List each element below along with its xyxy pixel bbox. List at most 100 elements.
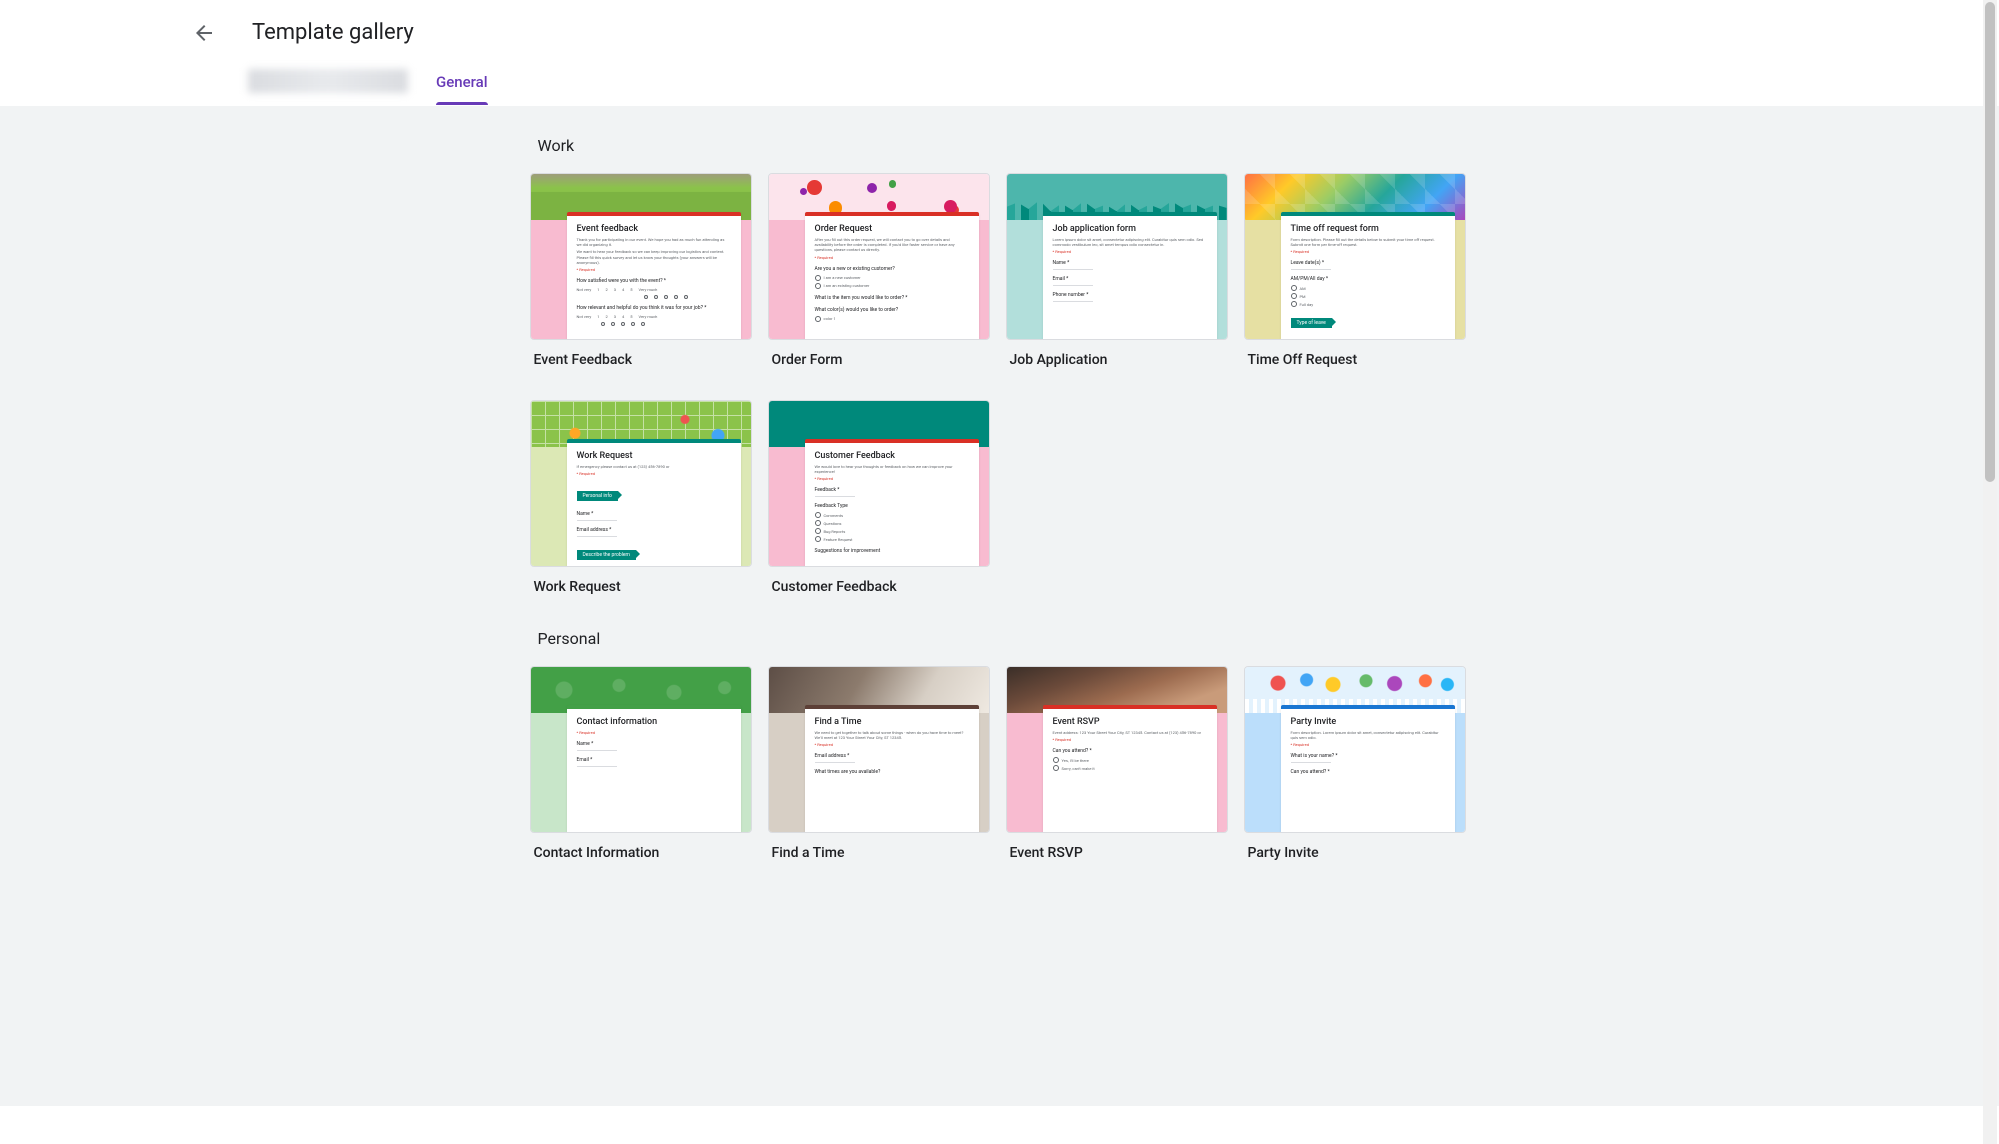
form-field-label: Email address * <box>815 753 969 759</box>
back-arrow-icon[interactable] <box>192 21 216 45</box>
required-label: * Required <box>577 730 731 735</box>
form-question: How satisfied were you with the event? * <box>577 278 731 284</box>
form-option: Comments <box>815 512 969 518</box>
section-work: Work Event feedback Thank you for particip… <box>530 130 1470 595</box>
thumbnail-form-preview: Work RequestIf emergency please contact … <box>567 439 741 566</box>
template-label: Party Invite <box>1244 833 1466 861</box>
form-question: What is the item you would like to order… <box>815 295 969 301</box>
required-label: * Required <box>815 255 969 260</box>
tab-organization[interactable] <box>248 69 408 93</box>
form-question: Feedback Type <box>815 503 969 509</box>
thumbnail-form-preview: Party Invite Form description. Lorem ipsu… <box>1281 705 1455 832</box>
form-description: We want to hear your feedback so we can … <box>577 249 731 265</box>
template-thumbnail[interactable]: Event feedback Thank you for participatin… <box>530 173 752 340</box>
section-tag: Type of leave <box>1291 318 1332 328</box>
form-description: Thank you for participating in our event… <box>577 237 731 247</box>
form-option: color 1 <box>815 316 969 322</box>
section-title: Work <box>530 130 1470 173</box>
form-question: AM/PM/All day * <box>1291 276 1445 282</box>
form-scale: Not very12345Very much <box>577 314 731 319</box>
template-label: Event RSVP <box>1006 833 1228 861</box>
form-option: Full day <box>1291 301 1445 307</box>
template-card[interactable]: Order RequestAfter you fill out this ord… <box>768 173 990 368</box>
template-thumbnail[interactable]: Event RSVPEvent address: 123 Your Street… <box>1006 666 1228 833</box>
form-description: We need to get together to talk about so… <box>815 730 969 740</box>
form-input-line <box>1053 285 1093 286</box>
thumbnail-form-preview: Customer FeedbackWe would love to hear y… <box>805 439 979 566</box>
form-option: Feature Request <box>815 536 969 542</box>
thumbnail-form-preview: Event RSVPEvent address: 123 Your Street… <box>1043 705 1217 832</box>
form-question: How relevant and helpful do you think it… <box>577 305 731 311</box>
section-personal: PersonalContact information* RequiredNam… <box>530 623 1470 861</box>
section-tag: Personal info <box>577 491 618 501</box>
required-label: * Required <box>1053 737 1207 742</box>
form-scale-dots <box>601 322 731 326</box>
form-question: Are you a new or existing customer? <box>815 266 969 272</box>
template-label: Find a Time <box>768 833 990 861</box>
form-title: Work Request <box>577 451 731 461</box>
template-grid: Event feedback Thank you for participatin… <box>530 173 1470 595</box>
template-thumbnail[interactable]: Job application formLorem ipsum dolor si… <box>1006 173 1228 340</box>
form-field-label: Name * <box>1053 260 1207 266</box>
thumbnail-form-preview: Job application formLorem ipsum dolor si… <box>1043 212 1217 339</box>
form-scale: Not very12345Very much <box>577 287 731 292</box>
required-label: * Required <box>815 476 969 481</box>
tab-general[interactable]: General <box>436 63 488 105</box>
form-field-label: Feedback * <box>815 487 969 493</box>
thumbnail-form-preview: Order RequestAfter you fill out this ord… <box>805 212 979 339</box>
template-thumbnail[interactable]: Contact information* RequiredName *Email… <box>530 666 752 833</box>
template-card[interactable]: Customer FeedbackWe would love to hear y… <box>768 400 990 595</box>
header: Template gallery <box>0 0 1999 63</box>
scrollbar-thumb[interactable] <box>1985 2 1995 482</box>
form-question: What color(s) would you like to order? <box>815 307 969 313</box>
template-thumbnail[interactable]: Work RequestIf emergency please contact … <box>530 400 752 567</box>
form-title: Party Invite <box>1291 717 1445 727</box>
template-card[interactable]: Contact information* RequiredName *Email… <box>530 666 752 861</box>
form-question: Can you attend? * <box>1053 748 1207 754</box>
form-description: Form description. Lorem ipsum dolor sit … <box>1291 730 1445 740</box>
template-grid: Contact information* RequiredName *Email… <box>530 666 1470 861</box>
section-title: Personal <box>530 623 1470 666</box>
template-card[interactable]: Job application formLorem ipsum dolor si… <box>1006 173 1228 368</box>
template-thumbnail[interactable]: Time off request formForm description. P… <box>1244 173 1466 340</box>
form-question: Can you attend? * <box>1291 769 1445 775</box>
form-title: Event feedback <box>577 224 731 234</box>
template-card[interactable]: Work RequestIf emergency please contact … <box>530 400 752 595</box>
form-title: Find a Time <box>815 717 969 727</box>
form-option: AM <box>1291 285 1445 291</box>
required-label: * Required <box>1291 742 1445 747</box>
template-card[interactable]: Time off request formForm description. P… <box>1244 173 1466 368</box>
template-label: Contact Information <box>530 833 752 861</box>
form-title: Job application form <box>1053 224 1207 234</box>
required-label: * Required <box>577 267 731 272</box>
template-thumbnail[interactable]: Find a Time We need to get together to ta… <box>768 666 990 833</box>
form-description: After you fill out this order request, w… <box>815 237 969 253</box>
form-question: What times are you available? <box>815 769 969 775</box>
required-label: * Required <box>1291 249 1445 254</box>
section-tag: Describe the problem <box>577 550 636 560</box>
form-field-label: Email * <box>1053 276 1207 282</box>
form-question: Suggestions for improvement <box>815 548 969 554</box>
template-thumbnail[interactable]: Customer FeedbackWe would love to hear y… <box>768 400 990 567</box>
template-card[interactable]: Event feedback Thank you for participatin… <box>530 173 752 368</box>
form-option: Sorry, can't make it <box>1053 765 1207 771</box>
tabs: General <box>0 63 1999 106</box>
form-option: I am an existing customer <box>815 283 969 289</box>
template-thumbnail[interactable]: Party Invite Form description. Lorem ipsu… <box>1244 666 1466 833</box>
thumbnail-form-preview: Find a Time We need to get together to ta… <box>805 705 979 832</box>
form-description: Event address: 123 Your Street Your City… <box>1053 730 1207 735</box>
form-input-line <box>577 520 617 521</box>
template-card[interactable]: Find a Time We need to get together to ta… <box>768 666 990 861</box>
template-thumbnail[interactable]: Order RequestAfter you fill out this ord… <box>768 173 990 340</box>
form-option: Questions <box>815 520 969 526</box>
template-card[interactable]: Event RSVP Event address: 123 Your Street… <box>1006 666 1228 861</box>
template-card[interactable]: Party Invite Form description. Lorem ipsu… <box>1244 666 1466 861</box>
template-label: Order Form <box>768 340 990 368</box>
form-title: Contact information <box>577 717 731 727</box>
scrollbar[interactable] <box>1983 0 1997 1144</box>
form-input-line <box>815 496 855 497</box>
thumbnail-form-preview: Time off request formForm description. P… <box>1281 212 1455 339</box>
form-field-label: Email address * <box>577 527 731 533</box>
form-input-line <box>577 750 617 751</box>
form-input-line <box>1053 301 1093 302</box>
